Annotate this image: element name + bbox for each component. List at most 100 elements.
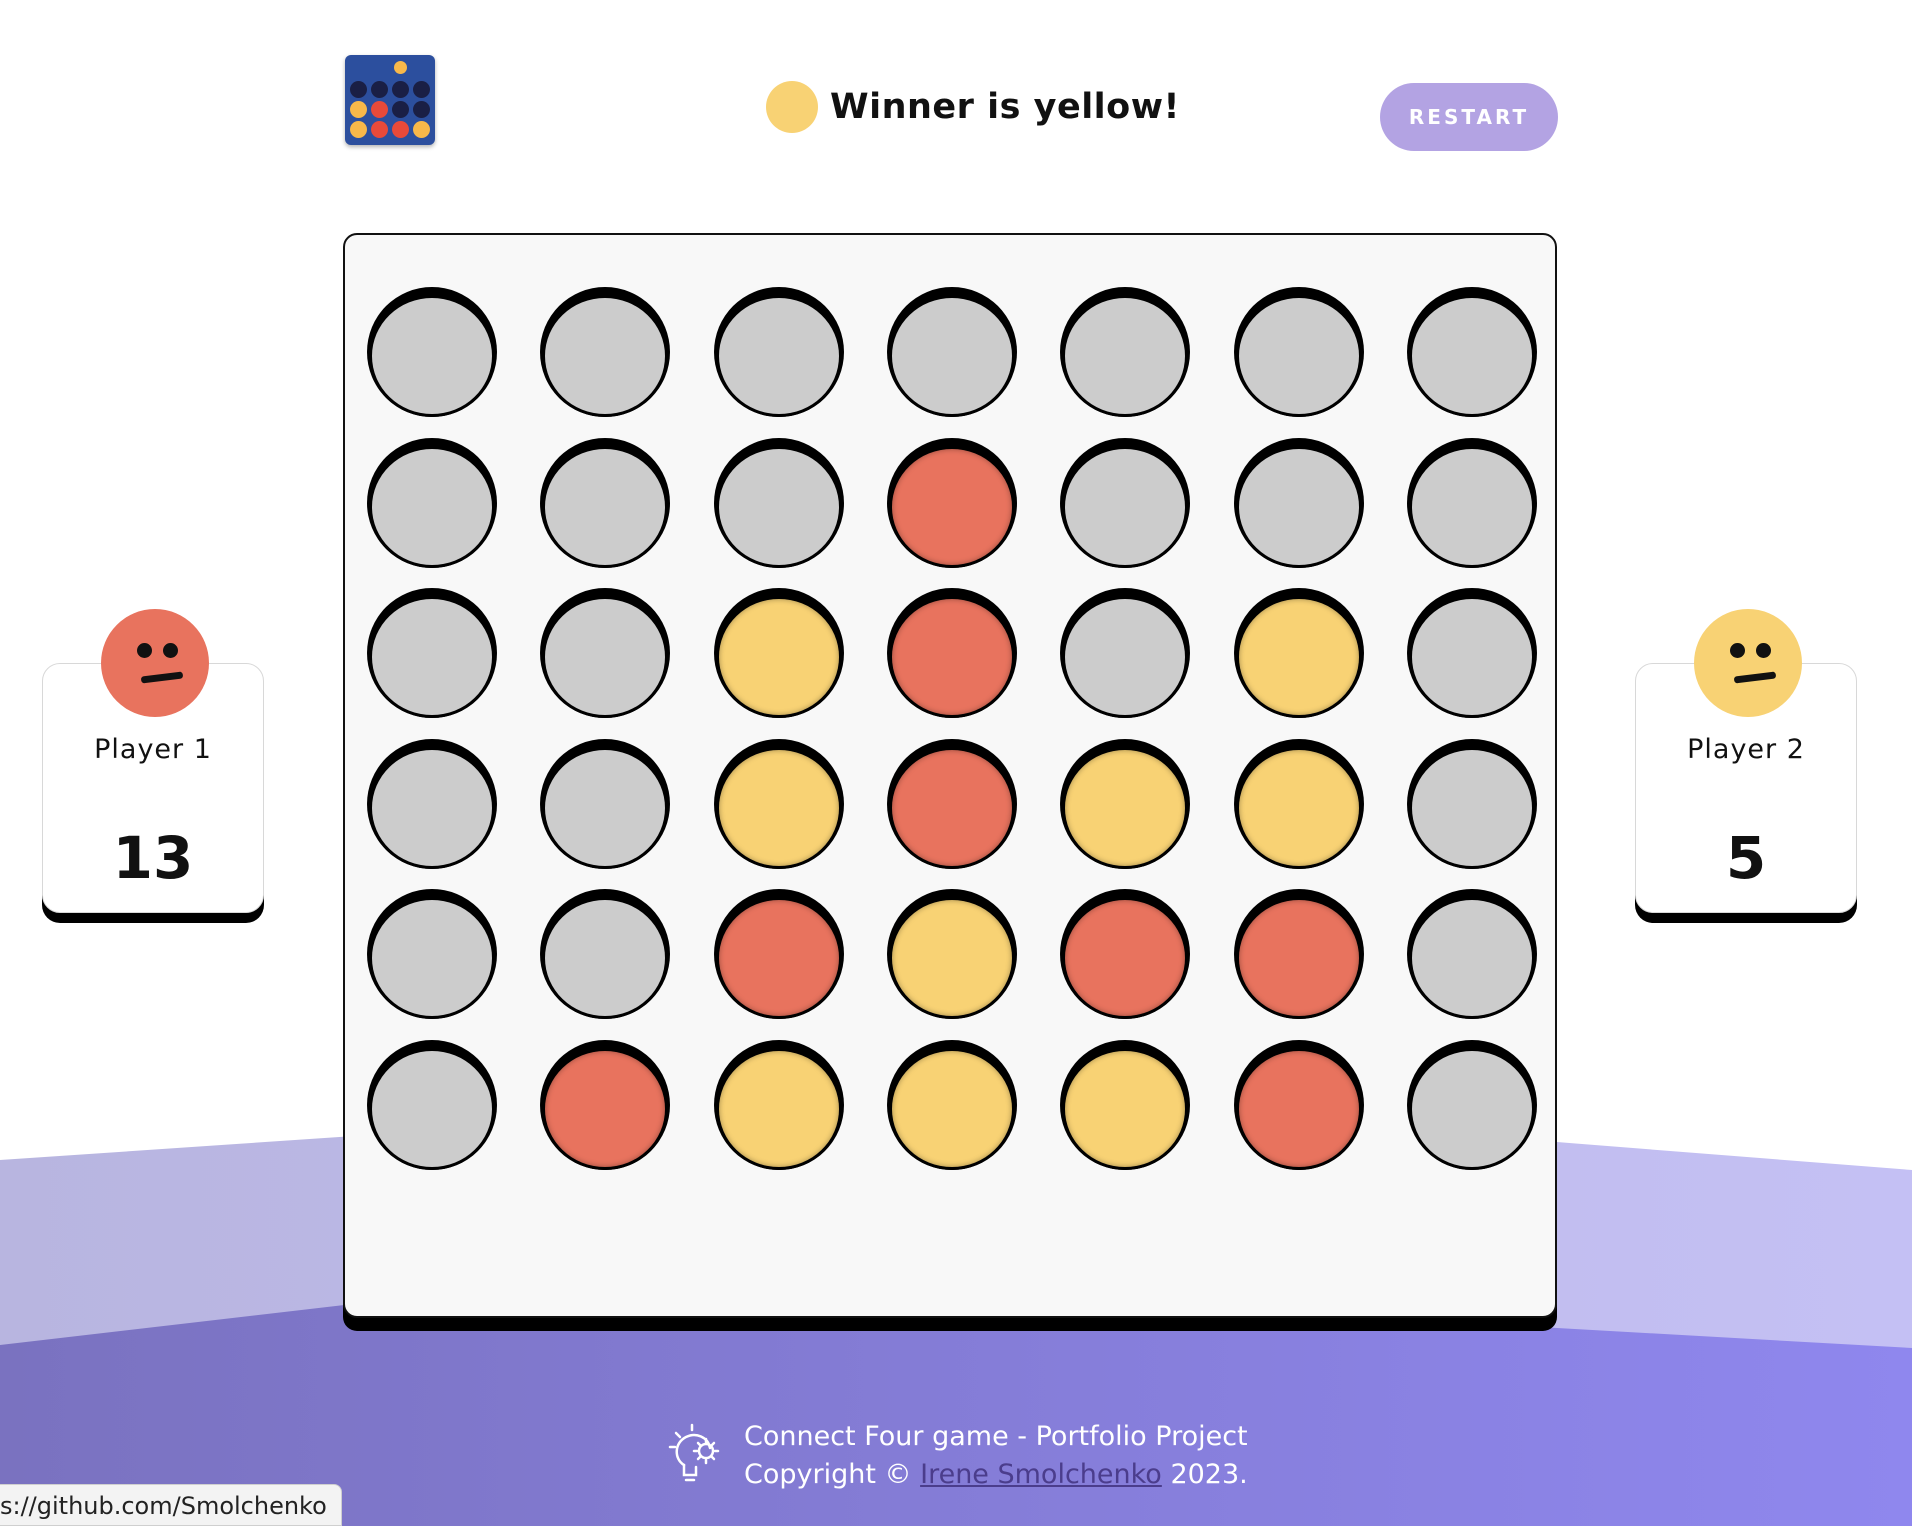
board-cell-r4-c1[interactable] <box>367 738 497 869</box>
empty-slot <box>1408 746 1535 869</box>
board-cell-r4-c6[interactable] <box>1233 738 1364 869</box>
board-cell-r2-c7[interactable] <box>1406 437 1537 568</box>
board-cell-r4-c2[interactable] <box>540 738 671 869</box>
yellow-disc <box>715 1047 842 1170</box>
yellow-disc <box>888 897 1015 1019</box>
board-cell-r1-c3[interactable] <box>713 287 844 417</box>
board-cell-r5-c1[interactable] <box>367 889 497 1019</box>
board-cell-r3-c1[interactable] <box>367 588 497 718</box>
board-cell-r5-c6[interactable] <box>1233 889 1364 1019</box>
empty-slot <box>369 596 495 718</box>
player-1-score: 13 <box>112 824 194 892</box>
board-cell-r6-c2[interactable] <box>540 1039 671 1170</box>
board-cell-r3-c3[interactable] <box>713 588 844 718</box>
empty-slot <box>1062 445 1189 568</box>
player-2-name: Player 2 <box>1687 734 1805 765</box>
board-cell-r5-c5[interactable] <box>1060 889 1191 1019</box>
board-cell-r2-c5[interactable] <box>1060 437 1191 568</box>
board-cell-r4-c4[interactable] <box>886 738 1017 869</box>
board-cell-r3-c6[interactable] <box>1233 588 1364 718</box>
board-cell-r1-c5[interactable] <box>1060 287 1191 417</box>
game-board <box>343 233 1557 1318</box>
board-cell-r1-c2[interactable] <box>540 287 671 417</box>
red-disc <box>715 897 842 1019</box>
board-cell-r6-c3[interactable] <box>713 1039 844 1170</box>
board-cell-r6-c1[interactable] <box>367 1039 497 1170</box>
board-cell-r3-c4[interactable] <box>886 588 1017 718</box>
empty-slot <box>1408 897 1535 1019</box>
empty-slot <box>1235 295 1362 417</box>
empty-slot <box>369 897 495 1019</box>
red-disc <box>542 1047 669 1170</box>
board-cell-r4-c3[interactable] <box>713 738 844 869</box>
restart-button[interactable]: RESTART <box>1380 83 1558 151</box>
board-cell-r1-c4[interactable] <box>886 287 1017 417</box>
board-cell-r4-c5[interactable] <box>1060 738 1191 869</box>
winner-status: Winner is yellow! <box>766 80 1180 134</box>
board-cell-r4-c7[interactable] <box>1406 738 1537 869</box>
empty-slot <box>1408 596 1535 718</box>
board-cell-r6-c5[interactable] <box>1060 1039 1191 1170</box>
board-cell-r6-c4[interactable] <box>886 1039 1017 1170</box>
empty-slot <box>369 1047 495 1170</box>
red-disc <box>888 596 1015 718</box>
connect-four-logo-icon <box>345 55 435 145</box>
board-cell-r1-c6[interactable] <box>1233 287 1364 417</box>
board-cell-r2-c1[interactable] <box>367 437 497 568</box>
footer-title: Connect Four game - Portfolio Project <box>744 1421 1248 1452</box>
empty-slot <box>542 596 669 718</box>
red-disc <box>1235 897 1362 1019</box>
board-cell-r5-c4[interactable] <box>886 889 1017 1019</box>
red-disc <box>888 746 1015 869</box>
board-cell-r2-c4[interactable] <box>886 437 1017 568</box>
empty-slot <box>1235 445 1362 568</box>
empty-slot <box>1062 295 1189 417</box>
yellow-disc <box>1062 1047 1189 1170</box>
board-cell-r2-c2[interactable] <box>540 437 671 568</box>
empty-slot <box>542 295 669 417</box>
footer-copyright: Copyright © Irene Smolchenko 2023. <box>744 1459 1248 1490</box>
board-cell-r3-c7[interactable] <box>1406 588 1537 718</box>
empty-slot <box>1062 596 1189 718</box>
neutral-face-icon <box>1694 609 1802 717</box>
link-preview-url: s://github.com/Smolchenko <box>0 1484 342 1526</box>
player-2-card: Player 2 5 <box>1635 609 1857 913</box>
board-cell-r3-c2[interactable] <box>540 588 671 718</box>
yellow-disc <box>715 746 842 869</box>
empty-slot <box>1408 445 1535 568</box>
board-cell-r5-c3[interactable] <box>713 889 844 1019</box>
lightbulb-gear-icon <box>668 1423 720 1482</box>
empty-slot <box>542 897 669 1019</box>
board-cell-r2-c6[interactable] <box>1233 437 1364 568</box>
empty-slot <box>715 445 842 568</box>
empty-slot <box>1408 295 1535 417</box>
author-link[interactable]: Irene Smolchenko <box>920 1459 1162 1490</box>
empty-slot <box>1408 1047 1535 1170</box>
empty-slot <box>369 295 495 417</box>
yellow-disc <box>1062 746 1189 869</box>
red-disc <box>1235 1047 1362 1170</box>
winner-text: Winner is yellow! <box>830 87 1181 127</box>
red-disc <box>888 445 1015 568</box>
empty-slot <box>715 295 842 417</box>
yellow-disc <box>715 596 842 718</box>
board-cell-r5-c7[interactable] <box>1406 889 1537 1019</box>
player-1-card: Player 1 13 <box>42 609 264 913</box>
board-cell-r2-c3[interactable] <box>713 437 844 568</box>
red-disc <box>1062 897 1189 1019</box>
empty-slot <box>369 746 495 869</box>
player-1-name: Player 1 <box>94 734 212 765</box>
board-cell-r1-c7[interactable] <box>1406 287 1537 417</box>
board-cell-r6-c6[interactable] <box>1233 1039 1364 1170</box>
yellow-disc <box>1235 596 1362 718</box>
board-cell-r6-c7[interactable] <box>1406 1039 1537 1170</box>
empty-slot <box>369 445 495 568</box>
yellow-disc <box>888 1047 1015 1170</box>
board-cell-r3-c5[interactable] <box>1060 588 1191 718</box>
empty-slot <box>888 295 1015 417</box>
neutral-face-icon <box>101 609 209 717</box>
empty-slot <box>542 445 669 568</box>
board-cell-r5-c2[interactable] <box>540 889 671 1019</box>
board-cell-r1-c1[interactable] <box>367 287 497 417</box>
winner-disc-icon <box>766 81 818 133</box>
